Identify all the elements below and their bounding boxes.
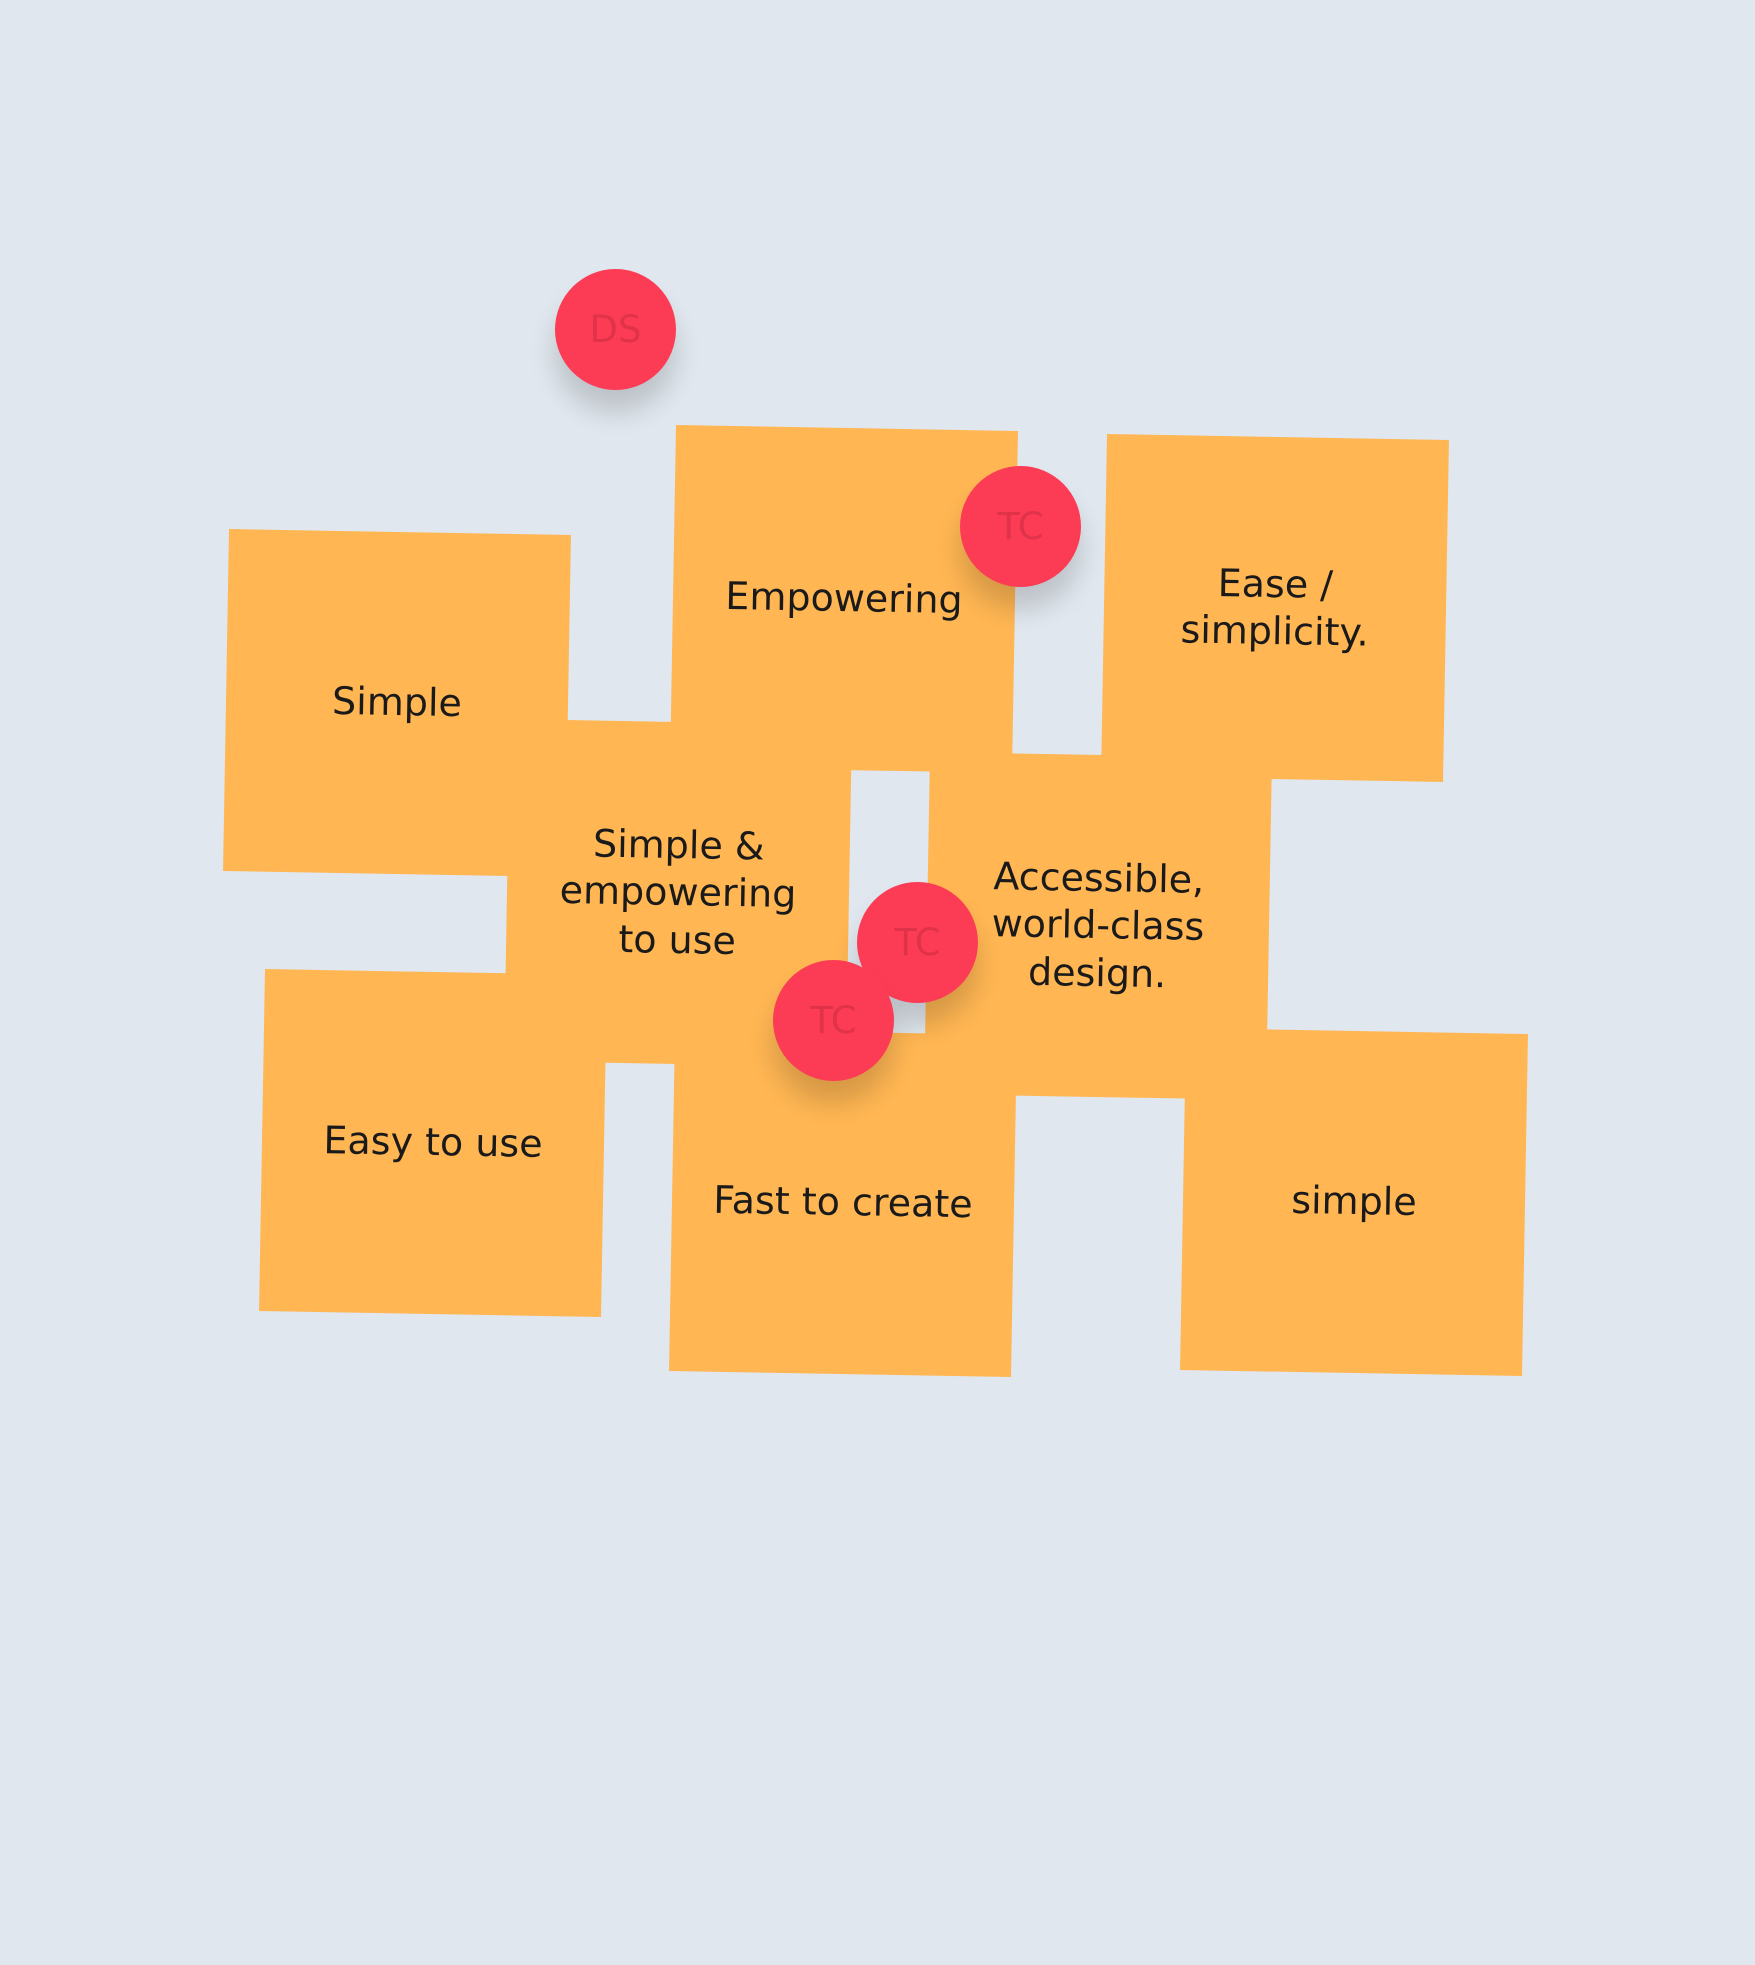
collaborator-cursor-avatar[interactable]: TC — [773, 960, 894, 1081]
avatar-initials: DS — [589, 308, 642, 351]
collaborator-cursor-avatar[interactable]: TC — [960, 466, 1081, 587]
sticky-note-text: simple — [1290, 1178, 1418, 1225]
sticky-note[interactable]: Fast to create — [669, 1029, 1017, 1377]
whiteboard-canvas[interactable]: Simple Empowering Ease / simplicity. Sim… — [0, 0, 1755, 1965]
sticky-note-text: Ease / simplicity. — [1180, 560, 1370, 655]
avatar-initials: TC — [894, 921, 941, 964]
avatar-initials: TC — [997, 505, 1044, 548]
sticky-note[interactable]: Empowering — [670, 425, 1018, 773]
sticky-note-text: Empowering — [725, 574, 964, 623]
avatar-initials: TC — [810, 999, 857, 1042]
sticky-note[interactable]: simple — [1180, 1028, 1528, 1376]
sticky-note-text: Simple & empowering to use — [559, 821, 797, 963]
sticky-note[interactable]: Ease / simplicity. — [1101, 434, 1449, 782]
sticky-note[interactable]: Easy to use — [259, 969, 607, 1317]
sticky-note-text: Simple — [331, 679, 463, 726]
sticky-note-text: Fast to create — [712, 1177, 974, 1227]
sticky-note-text: Easy to use — [323, 1118, 543, 1167]
sticky-note-text: Accessible, world-class design. — [991, 853, 1205, 996]
collaborator-cursor-avatar[interactable]: DS — [555, 269, 676, 390]
